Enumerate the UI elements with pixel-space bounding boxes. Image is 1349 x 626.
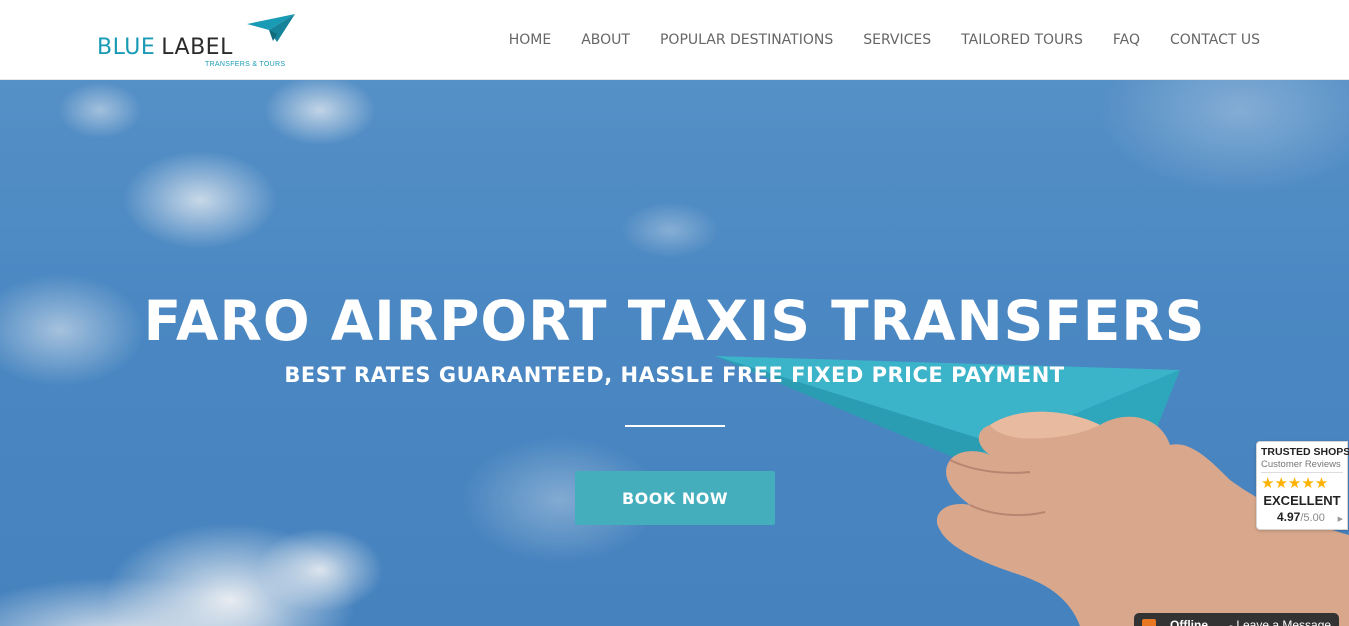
chat-message: - Leave a Message	[1229, 618, 1332, 626]
trusted-shops-score-value: 4.97	[1277, 510, 1301, 524]
nav-item-home[interactable]: HOME	[509, 30, 551, 50]
trusted-shops-grade: EXCELLENT	[1263, 493, 1341, 508]
trusted-shops-score-max: /5.00	[1300, 512, 1325, 524]
trusted-shops-subtitle: Customer Reviews	[1261, 459, 1341, 470]
nav-item-tailored-tours[interactable]: TAILORED TOURS	[961, 30, 1083, 50]
paper-plane-icon	[247, 14, 295, 42]
chat-widget-tab[interactable]: Offline - Leave a Message	[1134, 613, 1339, 626]
trusted-shops-badge[interactable]: TRUSTED SHOPS Customer Reviews ★★★★★ EXC…	[1256, 441, 1349, 530]
hero-title: FARO AIRPORT TAXIS TRANSFERS	[143, 289, 1206, 353]
brand-tagline: TRANSFERS & TOURS	[205, 61, 286, 68]
brand-name-part2: LABEL	[161, 35, 233, 60]
hero-banner: FARO AIRPORT TAXIS TRANSFERS BEST RATES …	[0, 80, 1349, 626]
hero-divider	[625, 425, 725, 427]
chat-bubble-icon	[1142, 619, 1156, 626]
trusted-shops-score: 4.97/5.00	[1277, 510, 1325, 524]
trusted-shops-title: TRUSTED SHOPS	[1261, 446, 1349, 458]
brand-name: BLUE LABEL	[97, 36, 233, 60]
main-nav: HOME ABOUT POPULAR DESTINATIONS SERVICES…	[479, 30, 1260, 50]
hero-subtitle: BEST RATES GUARANTEED, HASSLE FREE FIXED…	[284, 363, 1065, 387]
chat-status: Offline	[1170, 618, 1208, 626]
trusted-shops-divider	[1261, 472, 1343, 473]
book-now-button[interactable]: BOOK NOW	[575, 471, 775, 525]
nav-item-about[interactable]: ABOUT	[581, 30, 630, 50]
nav-item-popular-destinations[interactable]: POPULAR DESTINATIONS	[660, 30, 833, 50]
nav-item-contact-us[interactable]: CONTACT US	[1170, 30, 1260, 50]
brand-logo[interactable]: BLUE LABEL TRANSFERS & TOURS	[97, 14, 297, 72]
nav-item-faq[interactable]: FAQ	[1113, 30, 1140, 50]
nav-item-services[interactable]: SERVICES	[863, 30, 931, 50]
brand-name-part1: BLUE	[97, 35, 156, 60]
site-header: BLUE LABEL TRANSFERS & TOURS HOME ABOUT P…	[0, 0, 1349, 80]
rating-stars-icon: ★★★★★	[1261, 475, 1329, 492]
caret-right-icon: ▶	[1337, 516, 1343, 523]
